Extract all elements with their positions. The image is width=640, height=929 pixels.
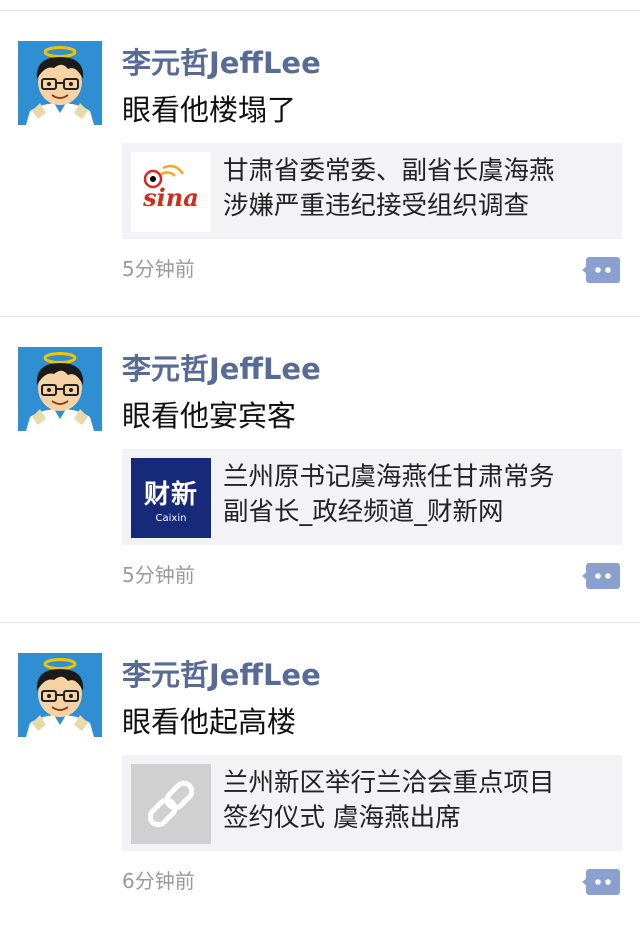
- comment-more-icon: [582, 869, 620, 895]
- link-title: 甘肃省委常委、副省长虞海燕 涉嫌严重违纪接受组织调查: [223, 156, 555, 221]
- cartoon-angel-avatar-icon: [18, 347, 102, 431]
- author-name[interactable]: 李元哲JeffLee: [122, 655, 321, 695]
- cartoon-angel-avatar-icon: [18, 653, 102, 737]
- comment-more-icon: [582, 563, 620, 589]
- chain-link-icon: [131, 764, 211, 844]
- author-avatar[interactable]: [18, 347, 102, 431]
- comment-more-button[interactable]: [582, 257, 622, 283]
- moment-post: 李元哲JeffLee 眼看他起高楼 兰州新区举行兰洽会重点项目 签约仪式 虞海燕…: [0, 623, 640, 929]
- comment-more-icon: [582, 257, 620, 283]
- link-title: 兰州原书记虞海燕任甘肃常务 副省长_政经频道_财新网: [223, 462, 555, 527]
- shared-link-card[interactable]: sina 甘肃省委常委、副省长虞海燕 涉嫌严重违纪接受组织调查: [122, 143, 622, 239]
- caixin-logo-text: 财新: [143, 480, 198, 510]
- link-placeholder-thumbnail: [131, 764, 211, 844]
- author-name[interactable]: 李元哲JeffLee: [122, 349, 321, 389]
- comment-more-button[interactable]: [582, 869, 622, 895]
- author-avatar[interactable]: [18, 653, 102, 737]
- caixin-logo-subtext: Caixin: [155, 513, 187, 524]
- post-text: 眼看他起高楼: [122, 705, 297, 739]
- post-timestamp: 5分钟前: [122, 257, 195, 281]
- post-timestamp: 5分钟前: [122, 563, 195, 587]
- cartoon-angel-avatar-icon: [18, 41, 102, 125]
- sina-logo-text: sina: [142, 183, 199, 212]
- post-text: 眼看他楼塌了: [122, 93, 297, 127]
- sina-logo-thumbnail: sina: [131, 152, 211, 232]
- shared-link-card[interactable]: 兰州新区举行兰洽会重点项目 签约仪式 虞海燕出席: [122, 755, 622, 851]
- author-name[interactable]: 李元哲JeffLee: [122, 43, 321, 83]
- shared-link-card[interactable]: 财新 Caixin 兰州原书记虞海燕任甘肃常务 副省长_政经频道_财新网: [122, 449, 622, 545]
- sina-logo-icon: sina: [131, 152, 211, 232]
- link-title: 兰州新区举行兰洽会重点项目 签约仪式 虞海燕出席: [223, 768, 555, 833]
- caixin-logo-thumbnail: 财新 Caixin: [131, 458, 211, 538]
- moment-post: 李元哲JeffLee 眼看他宴宾客 财新 Caixin 兰州原书记虞海燕任甘肃常…: [0, 317, 640, 623]
- post-timestamp: 6分钟前: [122, 869, 195, 893]
- moment-post: 李元哲JeffLee 眼看他楼塌了 sina 甘肃省委常委、副省长虞海燕 涉嫌严…: [0, 11, 640, 317]
- author-avatar[interactable]: [18, 41, 102, 125]
- comment-more-button[interactable]: [582, 563, 622, 589]
- post-text: 眼看他宴宾客: [122, 399, 297, 433]
